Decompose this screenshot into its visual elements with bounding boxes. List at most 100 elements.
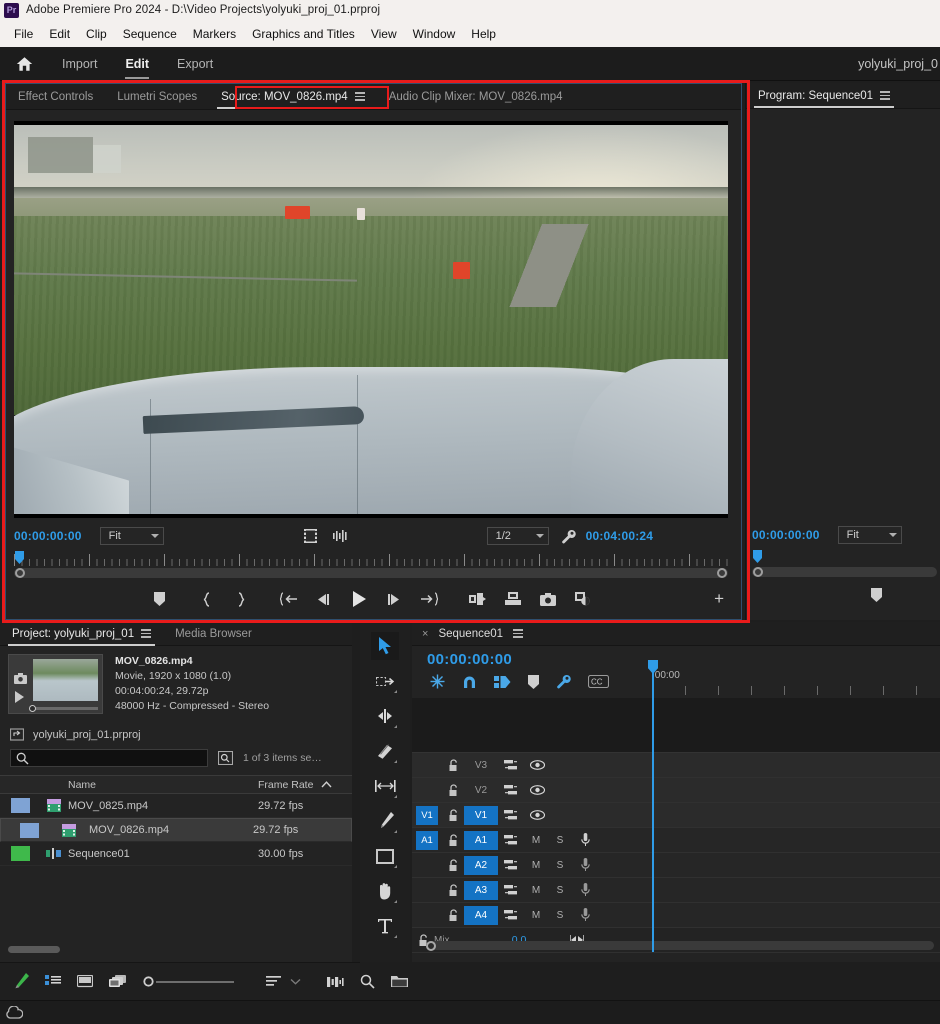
track-content-a3[interactable] <box>606 878 940 902</box>
home-button[interactable] <box>0 47 48 81</box>
timeline-track-a2[interactable]: A2 M S <box>412 853 940 878</box>
table-row[interactable]: MOV_0826.mp4 29.72 fps <box>0 818 352 842</box>
track-visibility-icon-v3[interactable] <box>524 760 550 770</box>
button-editor-button[interactable]: + <box>714 589 724 609</box>
header-tab-import[interactable]: Import <box>48 47 111 81</box>
source-zoom-handle-left[interactable] <box>15 568 25 578</box>
type-tool[interactable] <box>371 912 399 940</box>
timeline-track-a4[interactable]: A4 M S <box>412 903 940 928</box>
sync-lock-icon-a3[interactable] <box>498 884 524 896</box>
overwrite-button[interactable] <box>503 589 523 609</box>
mute-button-a1[interactable]: M <box>524 835 548 846</box>
program-playhead[interactable] <box>753 550 762 563</box>
thumbnail-play-icon[interactable] <box>14 691 25 703</box>
timeline-panel-menu-icon[interactable] <box>513 629 523 638</box>
track-name-a3[interactable]: A3 <box>464 881 498 900</box>
drag-audio-only-icon[interactable] <box>333 530 349 542</box>
solo-button-a1[interactable]: S <box>548 835 572 846</box>
track-content-v2[interactable] <box>606 778 940 802</box>
timeline-track-v2[interactable]: V2 <box>412 778 940 803</box>
pen-tool[interactable] <box>371 807 399 835</box>
timeline-track-v1[interactable]: V1 V1 <box>412 803 940 828</box>
bin-empty-area[interactable] <box>0 866 352 926</box>
tab-project-yolyuki[interactable]: Project: yolyuki_proj_01 <box>0 621 163 647</box>
microphone-icon-a3[interactable] <box>572 883 598 897</box>
program-playhead-timecode[interactable]: 00:00:00:00 <box>752 528 820 542</box>
track-name-a1[interactable]: A1 <box>464 831 498 850</box>
table-row[interactable]: Sequence01 30.00 fps <box>0 842 352 866</box>
tab-sequence01-label[interactable]: Sequence01 <box>438 628 503 640</box>
microphone-icon-a2[interactable] <box>572 858 598 872</box>
timeline-horizontal-scrollbar[interactable] <box>426 941 934 950</box>
sort-control[interactable] <box>266 976 301 988</box>
zoom-slider[interactable] <box>143 976 234 987</box>
menu-graphics-and-titles[interactable]: Graphics and Titles <box>244 25 363 43</box>
source-video-preview[interactable] <box>14 121 728 518</box>
magnet-icon[interactable] <box>462 675 477 689</box>
program-zoom-select[interactable]: Fit <box>838 526 902 544</box>
header-tab-edit[interactable]: Edit <box>111 47 163 81</box>
mute-button-a4[interactable]: M <box>524 910 548 921</box>
clip-thumbnail[interactable] <box>8 654 103 714</box>
track-select-forward-tool[interactable] <box>371 667 399 695</box>
find-magnifier-icon[interactable] <box>360 974 375 989</box>
mark-in-button[interactable] <box>197 589 217 609</box>
settings-filmstrip-icon[interactable] <box>304 529 317 543</box>
menu-markers[interactable]: Markers <box>185 25 244 43</box>
linked-selection-icon[interactable] <box>494 675 511 689</box>
lock-icon-a1[interactable] <box>442 834 464 847</box>
add-marker-icon[interactable] <box>528 675 539 689</box>
track-visibility-icon-v1[interactable] <box>524 810 550 820</box>
tab-lumetri-scopes[interactable]: Lumetri Scopes <box>105 84 209 110</box>
source-playhead-timecode[interactable]: 00:00:00:00 <box>14 529 82 543</box>
sync-lock-icon-v3[interactable] <box>498 759 524 771</box>
source-time-ruler[interactable] <box>14 550 728 578</box>
source-patch-v1[interactable]: V1 <box>412 806 442 825</box>
tab-program-sequence01[interactable]: Program: Sequence01 <box>746 83 902 109</box>
comparison-view-button[interactable] <box>573 589 593 609</box>
tab-audio-clip-mixer[interactable]: Audio Clip Mixer: MOV_0826.mp4 <box>377 84 575 110</box>
menu-view[interactable]: View <box>363 25 405 43</box>
step-back-button[interactable] <box>314 589 334 609</box>
lock-icon-a2[interactable] <box>442 859 464 872</box>
automate-to-sequence-icon[interactable] <box>327 976 344 988</box>
list-view-icon[interactable] <box>45 975 61 988</box>
tab-media-browser[interactable]: Media Browser <box>163 621 264 647</box>
go-to-out-button[interactable] <box>419 589 439 609</box>
add-marker-button[interactable] <box>150 589 170 609</box>
timeline-playhead-timecode[interactable]: 00:00:00:00 <box>427 651 512 668</box>
timeline-zoom-handle-left[interactable] <box>426 941 436 951</box>
source-duration-timecode[interactable]: 00:04:00:24 <box>586 529 654 543</box>
selection-tool[interactable] <box>371 632 399 660</box>
wrench-icon[interactable] <box>561 529 576 544</box>
track-content-v1[interactable] <box>606 803 940 827</box>
tab-effect-controls[interactable]: Effect Controls <box>6 84 105 110</box>
program-time-ruler[interactable] <box>752 549 937 577</box>
sync-lock-icon-a4[interactable] <box>498 909 524 921</box>
sequence-settings-icon[interactable] <box>430 674 445 689</box>
source-zoom-scrollbar[interactable] <box>14 568 728 578</box>
icon-view-icon[interactable] <box>77 975 93 988</box>
slip-tool[interactable] <box>371 772 399 800</box>
track-name-a2[interactable]: A2 <box>464 856 498 875</box>
column-header-name[interactable]: Name <box>68 779 252 791</box>
sync-lock-icon-v2[interactable] <box>498 784 524 796</box>
new-bin-icon[interactable] <box>391 975 408 988</box>
source-panel-menu-icon[interactable] <box>355 92 365 101</box>
solo-button-a3[interactable]: S <box>548 885 572 896</box>
playback-resolution-select[interactable]: 1/2 <box>487 527 549 545</box>
track-content-v3[interactable] <box>606 753 940 777</box>
header-tab-export[interactable]: Export <box>163 47 227 81</box>
step-forward-button[interactable] <box>384 589 404 609</box>
track-name-a4[interactable]: A4 <box>464 906 498 925</box>
close-icon[interactable]: × <box>422 628 428 640</box>
rectangle-tool[interactable] <box>371 842 399 870</box>
tab-source-mov-0826[interactable]: Source: MOV_0826.mp4 <box>209 84 377 110</box>
lock-icon-a4[interactable] <box>442 909 464 922</box>
timeline-track-v3[interactable]: V3 <box>412 753 940 778</box>
thumbnail-camera-icon[interactable] <box>14 673 27 684</box>
menu-window[interactable]: Window <box>405 25 464 43</box>
mute-button-a3[interactable]: M <box>524 885 548 896</box>
lock-icon-a3[interactable] <box>442 884 464 897</box>
menu-file[interactable]: File <box>6 25 41 43</box>
